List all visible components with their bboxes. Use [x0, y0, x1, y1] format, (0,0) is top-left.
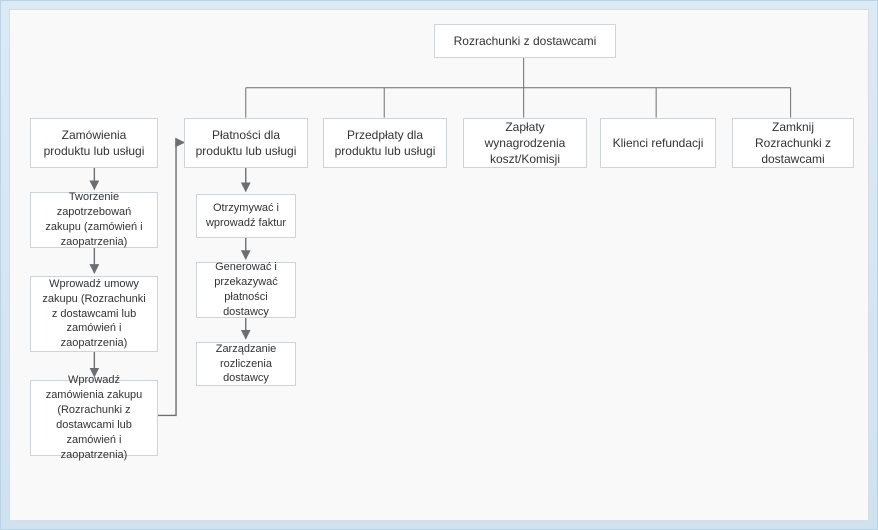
node-payments-step3: Zarządzanie rozliczenia dostawcy	[196, 342, 296, 386]
node-orders-step1: Tworzenie zapotrzebowań zakupu (zamówień…	[30, 192, 158, 248]
node-orders-header: Zamówienia produktu lub usługi	[30, 118, 158, 168]
node-orders-step2: Wprowadź umowy zakupu (Rozrachunki z dos…	[30, 276, 158, 352]
node-payments-step2-label: Generować i przekazywać płatności dostaw…	[205, 260, 287, 319]
node-close-header-label: Zamknij Rozrachunki z dostawcami	[741, 119, 845, 168]
node-prepay-header: Przedpłaty dla produktu lub usługi	[323, 118, 447, 168]
node-payments-step2: Generować i przekazywać płatności dostaw…	[196, 262, 296, 318]
node-payments-step3-label: Zarządzanie rozliczenia dostawcy	[205, 342, 287, 387]
diagram-page: Rozrachunki z dostawcami Zamówienia prod…	[0, 0, 878, 530]
node-payments-header: Płatności dla produktu lub usługi	[184, 118, 308, 168]
node-orders-step2-label: Wprowadź umowy zakupu (Rozrachunki z dos…	[39, 277, 149, 351]
node-root-label: Rozrachunki z dostawcami	[454, 33, 597, 49]
node-payments-step1-label: Otrzymywać i wprowadź faktur	[205, 201, 287, 231]
diagram-panel: Rozrachunki z dostawcami Zamówienia prod…	[9, 9, 869, 521]
node-wages-header: Zapłaty wynagrodzenia koszt/Komisji	[463, 118, 587, 168]
node-root: Rozrachunki z dostawcami	[434, 24, 616, 58]
node-refunds-header: Klienci refundacji	[600, 118, 716, 168]
node-payments-header-label: Płatności dla produktu lub usługi	[193, 127, 299, 159]
node-refunds-header-label: Klienci refundacji	[613, 135, 704, 151]
node-orders-step1-label: Tworzenie zapotrzebowań zakupu (zamówień…	[39, 190, 149, 249]
node-close-header: Zamknij Rozrachunki z dostawcami	[732, 118, 854, 168]
node-orders-step3: Wprowadź zamówienia zakupu (Rozrachunki …	[30, 380, 158, 456]
node-orders-step3-label: Wprowadź zamówienia zakupu (Rozrachunki …	[39, 373, 149, 462]
node-prepay-header-label: Przedpłaty dla produktu lub usługi	[332, 127, 438, 159]
node-orders-header-label: Zamówienia produktu lub usługi	[39, 127, 149, 159]
node-wages-header-label: Zapłaty wynagrodzenia koszt/Komisji	[472, 119, 578, 168]
node-payments-step1: Otrzymywać i wprowadź faktur	[196, 194, 296, 238]
